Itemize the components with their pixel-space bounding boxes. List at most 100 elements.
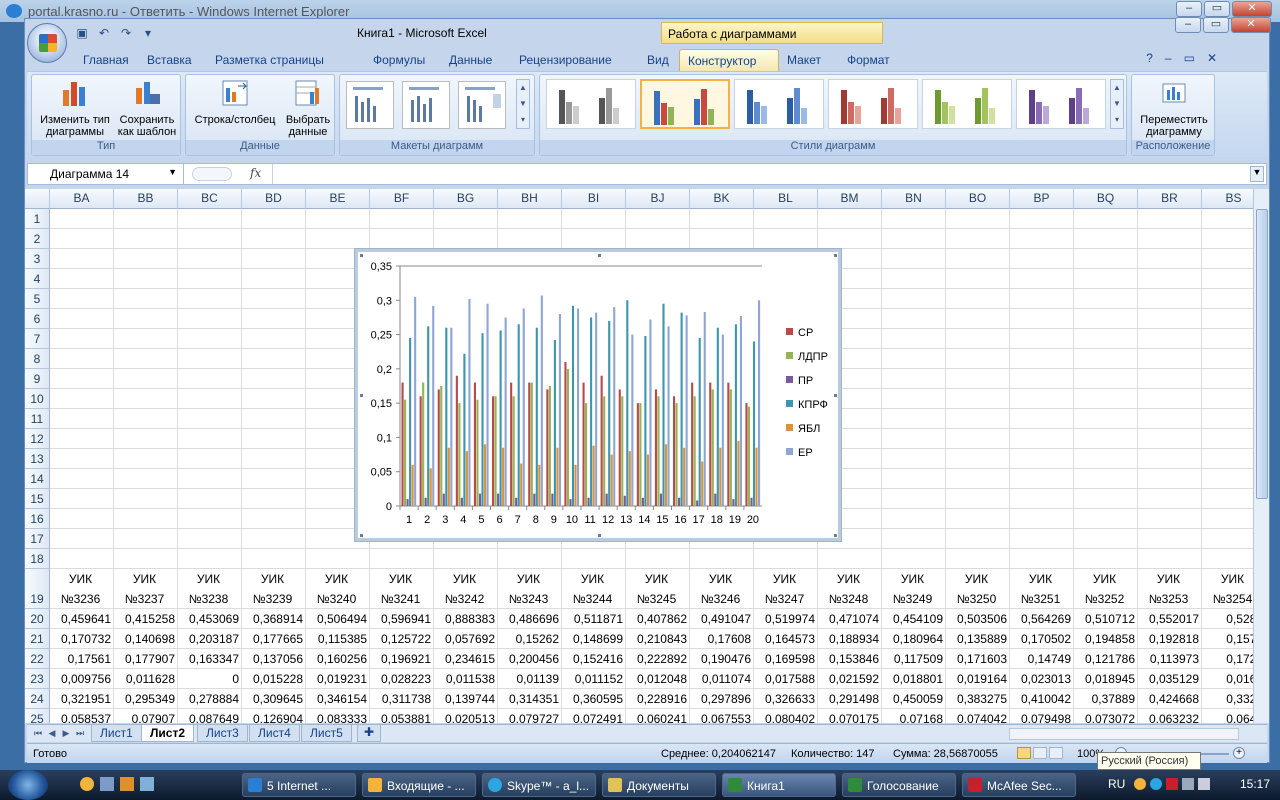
data-cell[interactable]: 0,17608 [690, 629, 754, 649]
empty-cell[interactable] [1138, 389, 1202, 409]
empty-cell[interactable] [1202, 229, 1253, 249]
move-chart-button[interactable]: Переместить диаграмму [1134, 78, 1214, 138]
empty-cell[interactable] [242, 309, 306, 329]
row-header[interactable]: 16 [25, 509, 50, 529]
empty-cell[interactable] [882, 529, 946, 549]
redo-icon[interactable]: ↷ [117, 25, 135, 41]
empty-cell[interactable] [114, 209, 178, 229]
data-cell[interactable]: 0,222892 [626, 649, 690, 669]
empty-cell[interactable] [50, 269, 114, 289]
empty-cell[interactable] [370, 549, 434, 569]
column-header[interactable]: BD [242, 189, 306, 209]
data-cell[interactable]: 0,015228 [242, 669, 306, 689]
data-cell[interactable]: 0,506494 [306, 609, 370, 629]
data-cell[interactable]: 0,491047 [690, 609, 754, 629]
taskbar-item-excel[interactable]: Книга1 [722, 773, 836, 797]
empty-cell[interactable] [1138, 349, 1202, 369]
station-header-cell[interactable]: УИК №3236 [50, 569, 114, 609]
empty-cell[interactable] [1010, 549, 1074, 569]
empty-cell[interactable] [1202, 209, 1253, 229]
empty-cell[interactable] [498, 209, 562, 229]
empty-cell[interactable] [1010, 269, 1074, 289]
empty-cell[interactable] [178, 329, 242, 349]
data-cell[interactable]: 0,087649 [178, 709, 242, 723]
row-header[interactable]: 11 [25, 409, 50, 429]
layout-thumb-3[interactable] [458, 81, 506, 129]
data-cell[interactable]: 0,486696 [498, 609, 562, 629]
sheet-tab-2[interactable]: Лист2 [141, 725, 195, 742]
empty-cell[interactable] [50, 209, 114, 229]
row-header[interactable]: 8 [25, 349, 50, 369]
data-cell[interactable]: 0,170502 [1010, 629, 1074, 649]
row-header[interactable]: 22 [25, 649, 50, 669]
empty-cell[interactable] [1074, 289, 1138, 309]
data-cell[interactable]: 0,192818 [1138, 629, 1202, 649]
style-thumb-1[interactable] [546, 79, 636, 129]
empty-cell[interactable] [242, 369, 306, 389]
row-header[interactable]: 14 [25, 469, 50, 489]
empty-cell[interactable] [1138, 409, 1202, 429]
station-header-cell[interactable]: УИК №3241 [370, 569, 434, 609]
formula-input[interactable] [272, 164, 1248, 184]
empty-cell[interactable] [50, 229, 114, 249]
data-cell[interactable]: 0,171603 [946, 649, 1010, 669]
column-header[interactable]: BR [1138, 189, 1202, 209]
tab-review[interactable]: Рецензирование [511, 49, 639, 71]
data-cell[interactable]: 0,291498 [818, 689, 882, 709]
data-cell[interactable]: 0 [178, 669, 242, 689]
empty-cell[interactable] [1202, 509, 1253, 529]
empty-cell[interactable] [498, 549, 562, 569]
empty-cell[interactable] [114, 549, 178, 569]
data-cell[interactable]: 0,011538 [434, 669, 498, 689]
data-cell[interactable]: 0,407862 [626, 609, 690, 629]
station-header-cell[interactable]: УИК №3240 [306, 569, 370, 609]
empty-cell[interactable] [946, 329, 1010, 349]
media-icon[interactable] [120, 777, 134, 791]
empty-cell[interactable] [754, 209, 818, 229]
empty-cell[interactable] [946, 429, 1010, 449]
empty-cell[interactable] [1074, 449, 1138, 469]
empty-cell[interactable] [114, 349, 178, 369]
column-header[interactable]: BJ [626, 189, 690, 209]
data-cell[interactable]: 0,503506 [946, 609, 1010, 629]
ribbon-minimize-icon[interactable]: – [1165, 51, 1172, 65]
prev-sheet-icon[interactable]: ◀ [45, 726, 59, 740]
tab-layout[interactable]: Макет [779, 49, 839, 71]
empty-cell[interactable] [114, 329, 178, 349]
empty-cell[interactable] [946, 289, 1010, 309]
data-cell[interactable]: 0,190476 [690, 649, 754, 669]
empty-cell[interactable] [242, 429, 306, 449]
empty-cell[interactable] [1074, 269, 1138, 289]
empty-cell[interactable] [1138, 509, 1202, 529]
data-cell[interactable]: 0,383275 [946, 689, 1010, 709]
empty-cell[interactable] [562, 229, 626, 249]
empty-cell[interactable] [882, 409, 946, 429]
row-header[interactable]: 15 [25, 489, 50, 509]
empty-cell[interactable] [946, 269, 1010, 289]
data-cell[interactable]: 0,057692 [434, 629, 498, 649]
empty-cell[interactable] [50, 509, 114, 529]
tab-design[interactable]: Конструктор [679, 49, 779, 71]
data-cell[interactable]: 0,073072 [1074, 709, 1138, 723]
empty-cell[interactable] [1074, 389, 1138, 409]
data-cell[interactable]: 0,519974 [754, 609, 818, 629]
empty-cell[interactable] [1138, 329, 1202, 349]
empty-cell[interactable] [1202, 489, 1253, 509]
formula-expand-icon[interactable]: ▼ [1250, 166, 1264, 182]
column-header[interactable]: BH [498, 189, 562, 209]
data-cell[interactable]: 0,135889 [946, 629, 1010, 649]
empty-cell[interactable] [306, 229, 370, 249]
data-cell[interactable]: 0,180964 [882, 629, 946, 649]
empty-cell[interactable] [626, 229, 690, 249]
empty-cell[interactable] [242, 389, 306, 409]
style-thumb-5[interactable] [922, 79, 1012, 129]
data-cell[interactable]: 0,028223 [370, 669, 434, 689]
vertical-scrollbar[interactable] [1253, 189, 1269, 723]
empty-cell[interactable] [114, 529, 178, 549]
data-cell[interactable]: 0,170732 [50, 629, 114, 649]
empty-cell[interactable] [1138, 269, 1202, 289]
data-cell[interactable]: 0,035129 [1138, 669, 1202, 689]
column-header[interactable]: BI [562, 189, 626, 209]
empty-cell[interactable] [50, 549, 114, 569]
tab-data[interactable]: Данные [441, 49, 511, 71]
